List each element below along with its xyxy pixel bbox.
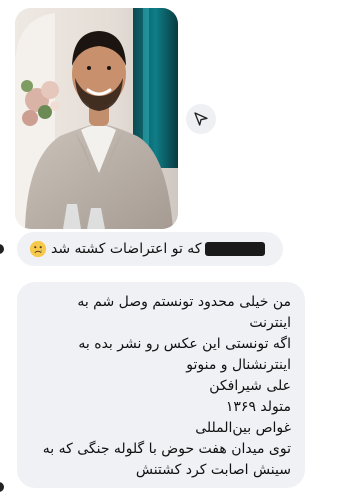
message-line: اگه تونستی این عکس رو نشر بده به [78,336,291,352]
share-button[interactable] [186,104,216,134]
message-line: متولد ۱۳۶۹ [225,399,291,415]
message-line: توی میدان هفت حوض با گلوله جنگی که به [42,441,291,457]
sender-avatar[interactable] [0,482,4,492]
message-line: غواص بین‌المللی [195,420,291,436]
portrait-photo [15,8,178,229]
message-bubble[interactable]: که تو اعتراضات کشته شد [17,232,283,266]
message-line: اینترنشنال و منوتو [186,357,291,373]
message-line: سینش اصابت کرد کشتنش [135,462,291,478]
message-line: من خیلی محدود تونستم وصل شم به [77,294,291,310]
send-arrow-icon [194,112,208,126]
redacted-name [205,242,266,256]
message-text: که تو اعتراضات کشته شد [51,241,202,257]
message-line: علی شیرافکن [209,378,291,394]
crying-face-icon [29,240,47,258]
sender-avatar[interactable] [0,244,4,254]
message-line: اینترنت [249,315,291,331]
message-bubble[interactable]: من خیلی محدود تونستم وصل شم به اینترنت ا… [17,282,305,488]
photo-message[interactable] [15,8,178,229]
